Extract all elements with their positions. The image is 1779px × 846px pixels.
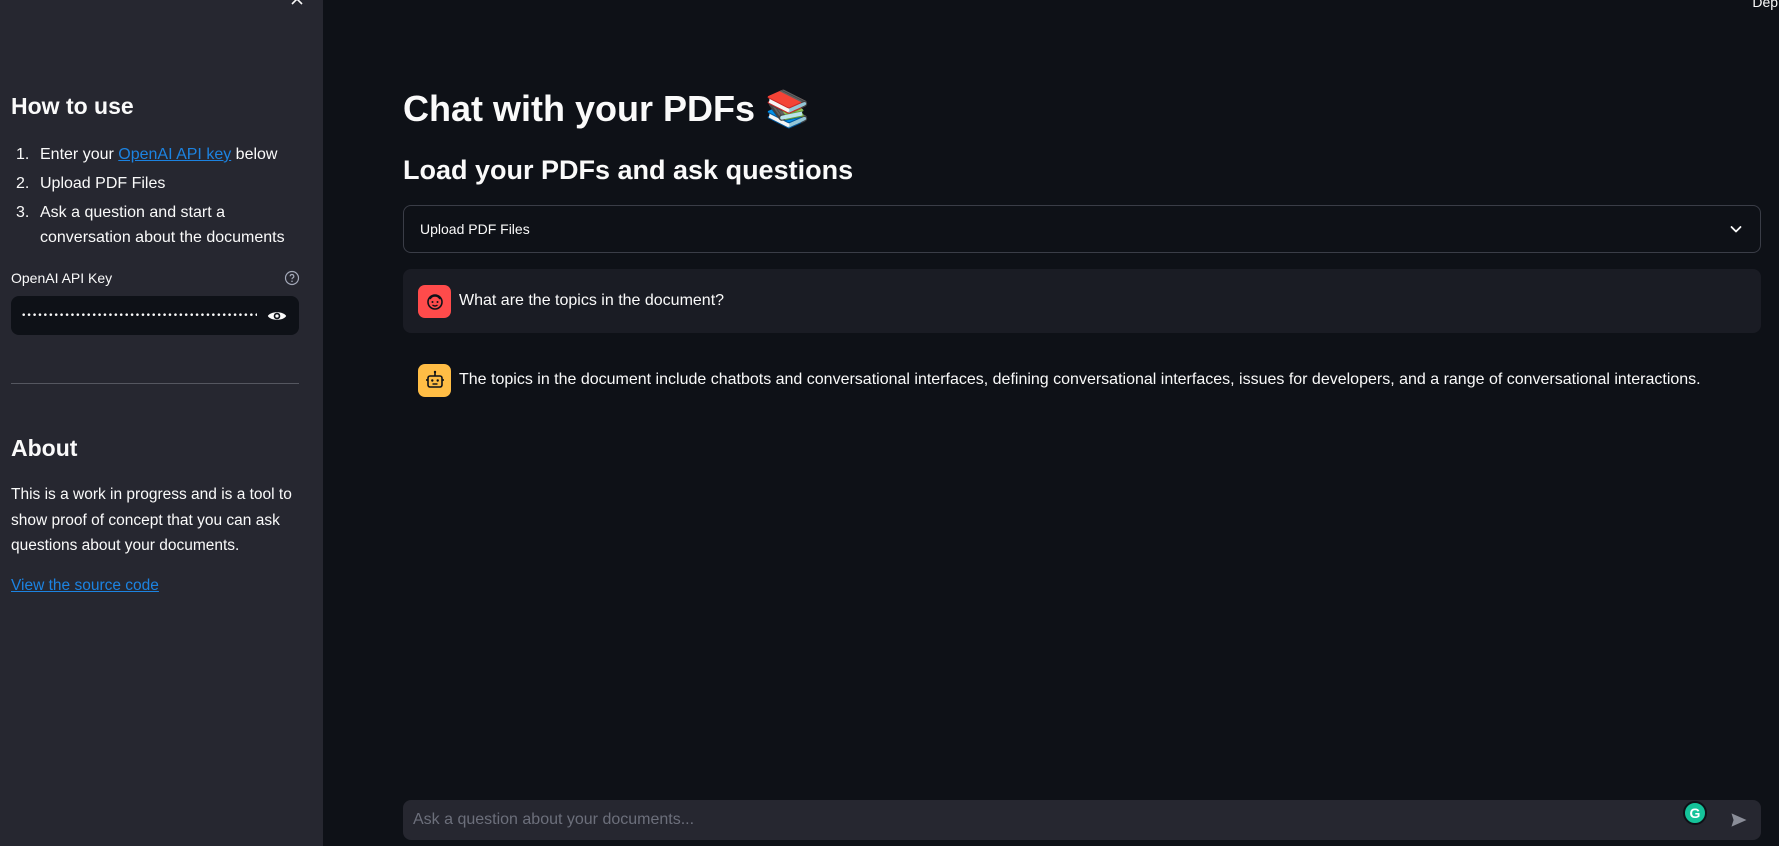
bot-avatar-icon [418, 363, 451, 397]
close-sidebar-icon[interactable] [290, 0, 308, 10]
openai-api-key-link[interactable]: OpenAI API key [118, 146, 231, 163]
chat-input[interactable] [413, 811, 1719, 829]
deploy-button[interactable]: Deplo [1752, 0, 1779, 10]
api-key-label-row: OpenAI API Key [11, 270, 300, 286]
page-subtitle: Load your PDFs and ask questions [403, 155, 854, 185]
expander-label: Upload PDF Files [420, 221, 530, 237]
step-number: 3. [16, 204, 30, 221]
api-key-field [11, 296, 299, 335]
howto-heading: How to use [11, 93, 134, 119]
chat-input-bar [403, 800, 1761, 840]
step-number: 1. [16, 146, 30, 163]
sidebar: How to use 1. Enter your OpenAI API key … [0, 0, 323, 846]
step-number: 2. [16, 175, 30, 192]
howto-steps: 1. Enter your OpenAI API key below 2. Up… [11, 142, 301, 254]
chat-message-assistant: The topics in the document include chatb… [403, 348, 1761, 412]
sidebar-divider [11, 383, 299, 384]
message-text: The topics in the document include chatb… [459, 371, 1701, 388]
step-item: 1. Enter your OpenAI API key below [11, 142, 301, 167]
grammarly-icon[interactable]: G [1683, 801, 1707, 825]
step-text: Upload PDF Files [40, 175, 166, 192]
help-icon[interactable] [284, 270, 300, 286]
page-title: Chat with your PDFs 📚 [403, 88, 810, 129]
api-key-label: OpenAI API Key [11, 270, 113, 286]
about-heading: About [11, 435, 78, 461]
step-text: Ask a question and start a conversation … [40, 204, 285, 246]
message-text: What are the topics in the document? [459, 292, 725, 309]
step-item: 2. Upload PDF Files [11, 171, 301, 196]
chevron-down-icon [1728, 221, 1744, 237]
step-text: Enter your OpenAI API key below [40, 146, 278, 163]
send-icon[interactable] [1727, 808, 1751, 832]
source-code-link[interactable]: View the source code [11, 577, 159, 595]
eye-icon[interactable] [265, 304, 289, 328]
upload-pdf-expander[interactable]: Upload PDF Files [403, 205, 1761, 253]
api-key-input[interactable] [21, 310, 257, 321]
step-item: 3. Ask a question and start a conversati… [11, 200, 301, 250]
about-text: This is a work in progress and is a tool… [11, 486, 292, 554]
user-avatar-icon [418, 284, 451, 318]
chat-message-user: What are the topics in the document? [403, 269, 1761, 333]
